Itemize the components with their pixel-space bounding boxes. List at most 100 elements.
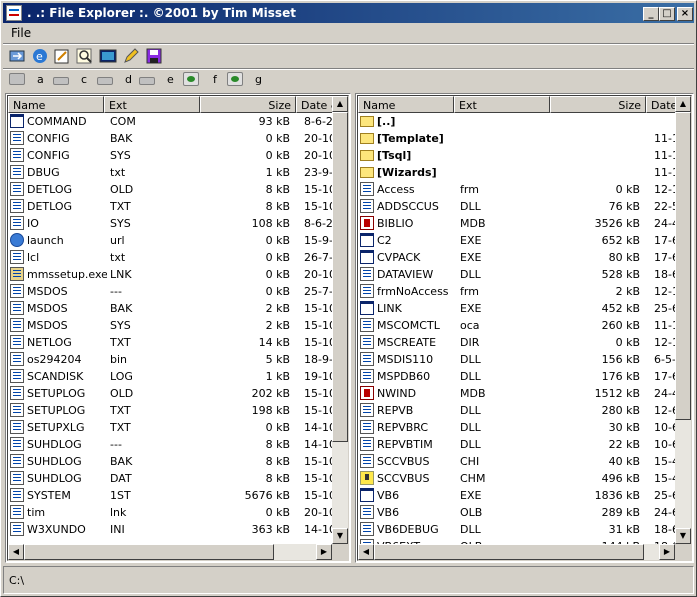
table-row[interactable]: MSDIS110 DLL 156 kB 6-5-1 <box>358 351 683 368</box>
table-row[interactable]: SETUPLOG TXT 198 kB 15-10-2 <box>8 402 347 419</box>
close-button[interactable]: × <box>677 7 693 21</box>
scroll-right-button[interactable]: ▶ <box>316 544 332 560</box>
find-icon[interactable] <box>76 47 94 65</box>
table-row[interactable]: frmNoAccess frm 2 kB 12-10 <box>358 283 686 300</box>
scroll-right-button[interactable]: ▶ <box>659 544 675 560</box>
table-row[interactable]: launch url 0 kB 15-9-20 <box>8 232 347 249</box>
terminal-icon[interactable] <box>99 47 117 65</box>
table-row[interactable]: SCCVBUS CHM 496 kB 15-4 <box>358 470 679 487</box>
save-icon[interactable] <box>145 47 163 65</box>
table-row[interactable]: DETLOG OLD 8 kB 15-10-2 <box>8 181 347 198</box>
table-row[interactable]: SETUPLOG OLD 202 kB 15-10-2 <box>8 385 347 402</box>
network-drive-icon[interactable] <box>227 72 243 86</box>
table-row[interactable]: SUHDLOG DAT 8 kB 15-10-2 <box>8 470 347 487</box>
table-row[interactable]: LINK EXE 452 kB 25-6 <box>358 300 679 317</box>
vertical-scrollbar[interactable]: ▲ ▼ <box>675 96 691 544</box>
drive-c[interactable]: c <box>81 73 87 86</box>
table-row[interactable]: REPVBRC DLL 30 kB 10-6 <box>358 419 679 436</box>
table-row[interactable]: VB6 OLB 289 kB 24-6 <box>358 504 679 521</box>
network-drive-icon[interactable] <box>183 72 199 86</box>
column-header-ext[interactable]: Ext <box>454 96 550 113</box>
scroll-up-button[interactable]: ▲ <box>675 96 691 112</box>
table-row[interactable]: SETUPXLG TXT 0 kB 14-10-2 <box>8 419 347 436</box>
edit-icon[interactable] <box>53 47 71 65</box>
column-header-name[interactable]: Name <box>358 96 454 113</box>
table-row[interactable]: NWIND MDB 1512 kB 24-4 <box>358 385 679 402</box>
table-row[interactable]: ADDSCCUS DLL 76 kB 22-5 <box>358 198 679 215</box>
drive-icon[interactable] <box>97 77 113 85</box>
table-row[interactable]: NETLOG TXT 14 kB 15-10-2 <box>8 334 347 351</box>
scroll-thumb[interactable] <box>374 544 644 560</box>
table-row[interactable]: CVPACK EXE 80 kB 17-6 <box>358 249 679 266</box>
horizontal-scrollbar[interactable]: ◀ ▶ <box>8 544 332 560</box>
column-header-size[interactable]: Size <box>200 96 296 113</box>
table-row[interactable]: BIBLIO MDB 3526 kB 24-4 <box>358 215 679 232</box>
scroll-thumb[interactable] <box>675 112 691 420</box>
table-row[interactable]: SYSTEM 1ST 5676 kB 15-10-2 <box>8 487 347 504</box>
title-bar[interactable]: . .: File Explorer :. ©2001 by Tim Misse… <box>3 3 694 23</box>
table-row[interactable]: tim lnk 0 kB 20-10-2 <box>8 504 347 521</box>
table-row[interactable]: COMMAND COM 93 kB 8-6-200 <box>8 113 347 130</box>
pencil-icon[interactable] <box>122 47 140 65</box>
table-row[interactable]: lcl txt 0 kB 26-7-20 <box>8 249 347 266</box>
scroll-down-button[interactable]: ▼ <box>332 528 348 544</box>
drive-icon[interactable] <box>53 77 69 85</box>
maximize-button[interactable]: □ <box>659 7 675 21</box>
table-row[interactable]: os294204 bin 5 kB 18-9-20 <box>8 351 347 368</box>
table-row[interactable]: MSPDB60 DLL 176 kB 17-6 <box>358 368 679 385</box>
column-header-date[interactable]: Date & <box>296 96 336 113</box>
table-row[interactable]: SCCVBUS CHI 40 kB 15-4 <box>358 453 679 470</box>
table-row[interactable]: IO SYS 108 kB 8-6-200 <box>8 215 347 232</box>
horizontal-scrollbar[interactable]: ◀ ▶ <box>358 544 675 560</box>
scroll-thumb[interactable] <box>24 544 274 560</box>
app-icon[interactable] <box>6 5 22 21</box>
menu-file[interactable]: File <box>11 26 31 40</box>
column-header-name[interactable]: Name <box>8 96 104 113</box>
table-row[interactable]: SUHDLOG BAK 8 kB 15-10-2 <box>8 453 347 470</box>
vertical-scrollbar[interactable]: ▲ ▼ <box>332 96 348 544</box>
table-row[interactable]: DATAVIEW DLL 528 kB 18-6 <box>358 266 679 283</box>
table-row[interactable]: [Template] 11-10 <box>358 130 686 147</box>
refresh-icon[interactable] <box>8 47 26 65</box>
drive-icon[interactable] <box>139 77 155 85</box>
table-row[interactable]: [Wizards] 11-10 <box>358 164 686 181</box>
scroll-up-button[interactable]: ▲ <box>332 96 348 112</box>
table-row[interactable]: VB6 EXE 1836 kB 25-6 <box>358 487 679 504</box>
drive-f[interactable]: f <box>213 73 217 86</box>
table-row[interactable]: W3XUNDO INI 363 kB 14-10-2 <box>8 521 347 538</box>
table-row[interactable]: [..] <box>358 113 675 130</box>
table-row[interactable]: MSCREATE DIR 0 kB 12-10 <box>358 334 686 351</box>
table-row[interactable]: C2 EXE 652 kB 17-6 <box>358 232 679 249</box>
scroll-left-button[interactable]: ◀ <box>8 544 24 560</box>
table-row[interactable]: Access frm 0 kB 12-10 <box>358 181 686 198</box>
drive-d[interactable]: d <box>125 73 132 86</box>
table-row[interactable]: CONFIG SYS 0 kB 20-10-2 <box>8 147 347 164</box>
table-row[interactable]: REPVB DLL 280 kB 12-6 <box>358 402 679 419</box>
minimize-button[interactable]: _ <box>643 7 659 21</box>
table-row[interactable]: mmssetup.exe LNK 0 kB 20-10-2 <box>8 266 347 283</box>
drive-a[interactable]: a <box>37 73 44 86</box>
table-row[interactable]: MSDOS --- 0 kB 25-7-20 <box>8 283 347 300</box>
internet-explorer-icon[interactable]: e <box>31 47 49 65</box>
column-header-ext[interactable]: Ext <box>104 96 200 113</box>
table-row[interactable]: REPVBTIM DLL 22 kB 10-6 <box>358 436 679 453</box>
left-file-list[interactable]: Name Ext Size Date & COMMAND COM 93 kB 8-6-… <box>5 93 351 563</box>
column-header-size[interactable]: Size <box>550 96 646 113</box>
table-row[interactable]: MSDOS SYS 2 kB 15-10-2 <box>8 317 347 334</box>
table-row[interactable]: SCANDISK LOG 1 kB 19-10-2 <box>8 368 347 385</box>
scroll-down-button[interactable]: ▼ <box>675 528 691 544</box>
scroll-left-button[interactable]: ◀ <box>358 544 374 560</box>
right-file-list[interactable]: Name Ext Size Date & [..][Template]11-10… <box>355 93 694 563</box>
table-row[interactable]: DETLOG TXT 8 kB 15-10-2 <box>8 198 347 215</box>
table-row[interactable]: VB6DEBUG DLL 31 kB 18-6 <box>358 521 679 538</box>
table-row[interactable]: MSDOS BAK 2 kB 15-10-2 <box>8 300 347 317</box>
drive-root-icon[interactable] <box>9 73 25 85</box>
table-row[interactable]: SUHDLOG --- 8 kB 14-10-2 <box>8 436 347 453</box>
drive-g[interactable]: g <box>255 73 262 86</box>
table-row[interactable]: DBUG txt 1 kB 23-9-20 <box>8 164 347 181</box>
table-row[interactable]: MSCOMCTL oca 260 kB 11-10 <box>358 317 686 334</box>
drive-e[interactable]: e <box>167 73 174 86</box>
scroll-thumb[interactable] <box>332 112 348 442</box>
table-row[interactable]: [Tsql] 11-10 <box>358 147 686 164</box>
table-row[interactable]: CONFIG BAK 0 kB 20-10-2 <box>8 130 347 147</box>
